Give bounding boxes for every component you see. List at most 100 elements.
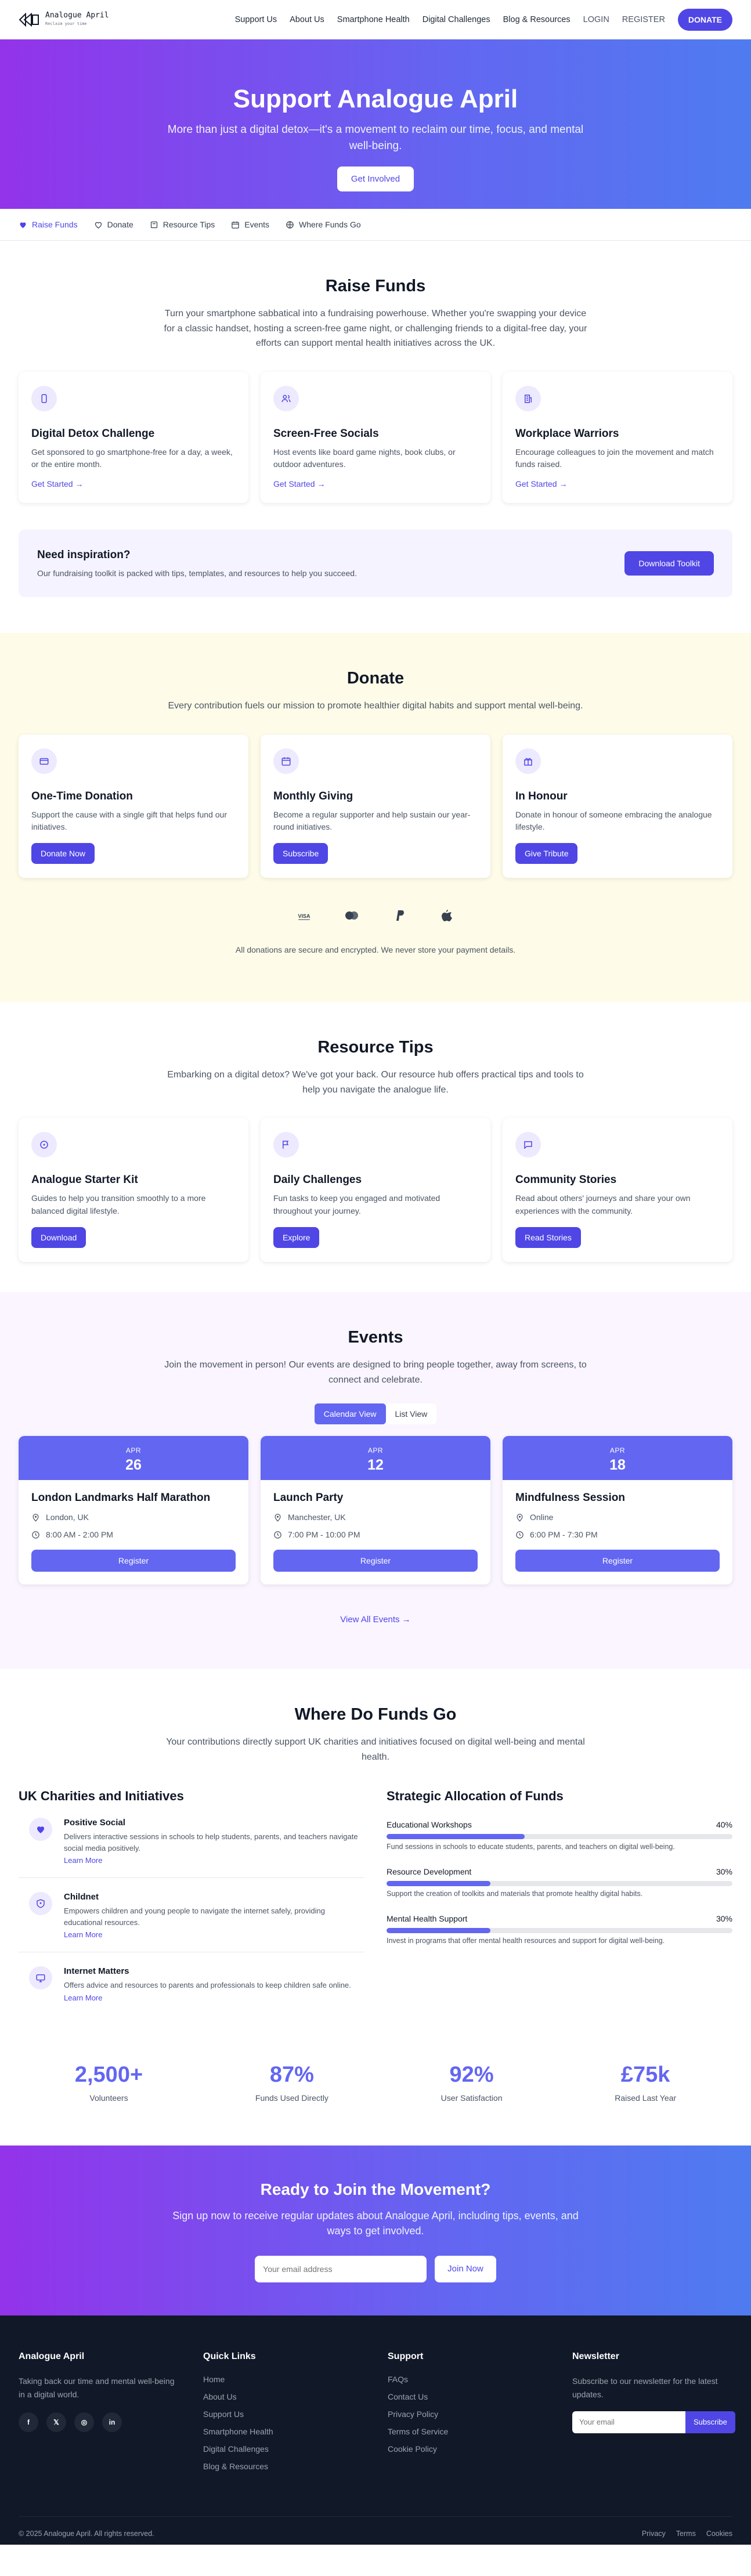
donate-now-button[interactable]: Donate Now — [31, 843, 95, 864]
resource-tips-title: Resource Tips — [317, 1038, 434, 1057]
view-all-events-link[interactable]: View All Events → — [19, 1615, 732, 1625]
logo-text: Analogue April Reclaim your time — [45, 10, 109, 26]
read-stories-button[interactable]: Read Stories — [515, 1227, 581, 1248]
nav-about-us[interactable]: About Us — [290, 15, 324, 24]
footer-link[interactable]: Terms of Service — [388, 2427, 548, 2436]
instagram-icon[interactable]: ◎ — [74, 2412, 94, 2432]
charities-column: UK Charities and Initiatives Positive So… — [19, 1789, 364, 2015]
nav-smartphone-health[interactable]: Smartphone Health — [337, 15, 410, 24]
footer-link[interactable]: Smartphone Health — [203, 2427, 363, 2436]
card-title: Screen-Free Socials — [273, 427, 379, 440]
donate-button[interactable]: DONATE — [677, 8, 732, 31]
privacy-link[interactable]: Privacy — [642, 2530, 666, 2538]
footer-link[interactable]: Contact Us — [388, 2392, 548, 2401]
charity-name: Internet Matters — [64, 1966, 129, 1977]
nav-digital-challenges[interactable]: Digital Challenges — [423, 15, 490, 24]
logo[interactable]: Analogue April Reclaim your time — [19, 10, 109, 28]
allocation-text: Fund sessions in schools to educate stud… — [387, 1843, 675, 1851]
where-funds-go-section: Where Do Funds Go Your contributions dir… — [19, 1669, 732, 2146]
raise-funds-title: Raise Funds — [325, 277, 426, 295]
donate-section: Donate Every contribution fuels our miss… — [0, 633, 751, 1003]
allocation-label: Mental Health Support — [387, 1914, 468, 1924]
card-title: Community Stories — [515, 1174, 617, 1186]
tab-where-funds-go[interactable]: Where Funds Go — [286, 220, 361, 229]
download-toolkit-button[interactable]: Download Toolkit — [624, 551, 714, 576]
compass-icon — [31, 1132, 57, 1158]
list-view-button[interactable]: List View — [385, 1403, 437, 1425]
newsletter-subscribe-button[interactable]: Subscribe — [685, 2411, 735, 2433]
footer-bottom: © 2025 Analogue April. All rights reserv… — [19, 2516, 732, 2538]
facebook-icon[interactable]: f — [19, 2412, 38, 2432]
tab-raise-funds[interactable]: Raise Funds — [19, 220, 78, 229]
card-title: Workplace Warriors — [515, 427, 619, 440]
get-started-link[interactable]: Get Started → — [273, 479, 325, 489]
charity-name: Childnet — [64, 1892, 99, 1902]
learn-more-link[interactable]: Learn More — [64, 1993, 351, 2002]
event-date: APR 26 — [19, 1436, 248, 1481]
clock-icon — [274, 1531, 281, 1539]
users-icon — [273, 385, 299, 411]
footer-link[interactable]: Blog & Resources — [203, 2462, 363, 2471]
allocation-item: Mental Health Support 30% Invest in progr… — [387, 1914, 732, 1945]
resource-tips-lead: Embarking on a digital detox? We've got … — [167, 1070, 584, 1095]
donate-title: Donate — [346, 669, 405, 688]
email-input[interactable] — [255, 2256, 427, 2283]
resource-tips-section: Resource Tips Embarking on a digital det… — [19, 1002, 732, 1292]
event-location: Online — [530, 1513, 554, 1522]
login-link[interactable]: LOGIN — [583, 15, 609, 24]
footer-support: Support FAQs Contact Us Privacy Policy T… — [388, 2351, 548, 2479]
cookies-link[interactable]: Cookies — [706, 2530, 732, 2538]
calendar-view-button[interactable]: Calendar View — [314, 1403, 386, 1425]
footer-link[interactable]: About Us — [203, 2392, 363, 2401]
tab-events[interactable]: Events — [231, 220, 269, 229]
footer-link[interactable]: Digital Challenges — [203, 2444, 363, 2454]
x-icon[interactable]: 𝕏 — [46, 2412, 66, 2432]
event-title: Mindfulness Session — [515, 1492, 625, 1504]
footer-link[interactable]: Home — [203, 2375, 363, 2384]
register-button[interactable]: Register — [273, 1550, 478, 1572]
where-funds-go-title: Where Do Funds Go — [294, 1705, 457, 1724]
learn-more-link[interactable]: Learn More — [64, 1930, 364, 1939]
give-tribute-button[interactable]: Give Tribute — [515, 843, 578, 864]
logo-mark-icon — [19, 12, 39, 27]
raise-card-digital-detox: Digital Detox Challenge Get sponsored to… — [19, 371, 248, 504]
footer-link[interactable]: Privacy Policy — [388, 2409, 548, 2419]
join-now-button[interactable]: Join Now — [435, 2256, 496, 2283]
nav-blog-resources[interactable]: Blog & Resources — [503, 15, 571, 24]
stat-volunteers: 2,500+ Volunteers — [74, 2062, 143, 2103]
charity-item: Childnet Empowers children and young peop… — [19, 1878, 364, 1953]
terms-link[interactable]: Terms — [676, 2530, 696, 2538]
stat-raised: £75k Raised Last Year — [615, 2062, 677, 2103]
join-cta: Ready to Join the Movement? Sign up now … — [0, 2146, 751, 2316]
gift-icon — [515, 748, 541, 774]
calendar-icon — [273, 748, 299, 774]
globe-icon — [286, 220, 294, 229]
linkedin-icon[interactable]: in — [102, 2412, 122, 2432]
nav-support-us[interactable]: Support Us — [235, 15, 277, 24]
raise-card-workplace-warriors: Workplace Warriors Encourage colleagues … — [503, 371, 732, 504]
get-involved-button[interactable]: Get Involved — [337, 167, 414, 192]
explore-button[interactable]: Explore — [273, 1227, 320, 1248]
tab-donate[interactable]: Donate — [94, 220, 133, 229]
stat-satisfaction: 92% User Satisfaction — [441, 2062, 503, 2103]
footer-link[interactable]: FAQs — [388, 2375, 548, 2384]
charity-item: Positive Social Delivers interactive sess… — [19, 1804, 364, 1879]
get-started-link[interactable]: Get Started → — [31, 479, 83, 489]
newsletter-email-input[interactable] — [572, 2411, 685, 2433]
footer-link[interactable]: Support Us — [203, 2409, 363, 2419]
card-title: In Honour — [515, 790, 568, 802]
card-text: Get sponsored to go smartphone-free for … — [31, 447, 233, 469]
download-button[interactable]: Download — [31, 1227, 86, 1248]
allocation-item: Resource Development 30% Support the crea… — [387, 1867, 732, 1898]
footer-link[interactable]: Cookie Policy — [388, 2444, 548, 2454]
subscribe-button[interactable]: Subscribe — [273, 843, 328, 864]
register-button[interactable]: Register — [31, 1550, 236, 1572]
register-button[interactable]: Register — [515, 1550, 720, 1572]
event-date: APR 18 — [503, 1436, 732, 1481]
register-link[interactable]: REGISTER — [622, 15, 665, 24]
event-time: 6:00 PM - 7:30 PM — [530, 1530, 598, 1540]
learn-more-link[interactable]: Learn More — [64, 1856, 364, 1865]
card-text: Host events like board game nights, book… — [273, 447, 456, 469]
tab-resource-tips[interactable]: Resource Tips — [150, 220, 215, 229]
get-started-link[interactable]: Get Started → — [515, 479, 567, 489]
